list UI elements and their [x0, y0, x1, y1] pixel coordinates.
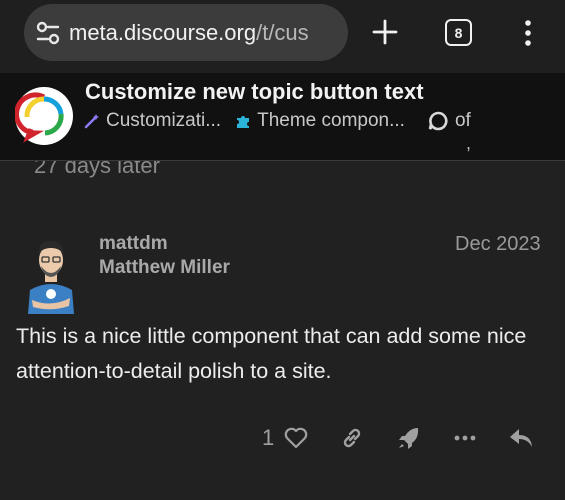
browser-toolbar: meta.discourse.org/t/cus 8 — [0, 0, 565, 73]
topic-progress[interactable]: of — [427, 110, 471, 132]
more-horiz-icon[interactable] — [452, 425, 478, 451]
post-body: This is a nice little component that can… — [16, 324, 527, 383]
category-crumb-theme-component[interactable]: Theme compon... — [235, 110, 405, 132]
tune-icon[interactable] — [35, 20, 61, 46]
url-path: /t/cus — [256, 19, 309, 45]
address-bar[interactable]: meta.discourse.org/t/cus — [24, 4, 348, 61]
post-date[interactable]: Dec 2023 — [455, 233, 541, 256]
topic-title[interactable]: Customize new topic button text — [85, 79, 424, 105]
progress-fragment: , — [466, 133, 472, 153]
wand-icon — [84, 114, 99, 129]
url-text: meta.discourse.org/t/cus — [69, 20, 309, 46]
progress-label: of — [454, 110, 471, 131]
heart-icon[interactable] — [283, 425, 309, 451]
post-username[interactable]: mattdm — [99, 233, 168, 255]
category-crumb-customization[interactable]: Customizati... — [84, 110, 221, 132]
avatar[interactable] — [22, 230, 80, 314]
like-count[interactable]: 1 — [262, 425, 274, 451]
tab-switcher-icon[interactable]: 8 — [445, 19, 472, 46]
plus-icon[interactable] — [371, 18, 399, 46]
breadcrumb: Customizati... Theme compon... of — [84, 108, 554, 134]
post-full-name[interactable]: Matthew Miller — [99, 257, 230, 279]
post-actions: 1 — [0, 422, 565, 456]
comment-icon — [428, 111, 448, 131]
url-host: meta.discourse.org — [69, 19, 257, 45]
discourse-logo-icon[interactable] — [15, 87, 73, 145]
tab-count: 8 — [454, 24, 463, 41]
boost-rocket-icon[interactable] — [396, 425, 422, 451]
category-label: Theme compon... — [257, 110, 405, 131]
category-label: Customizati... — [106, 110, 222, 131]
more-vert-icon[interactable] — [518, 18, 538, 48]
puzzle-icon — [237, 116, 250, 128]
reply-icon[interactable] — [508, 425, 534, 451]
topic-header: Customize new topic button text Customiz… — [0, 73, 565, 161]
link-icon[interactable] — [339, 425, 365, 451]
